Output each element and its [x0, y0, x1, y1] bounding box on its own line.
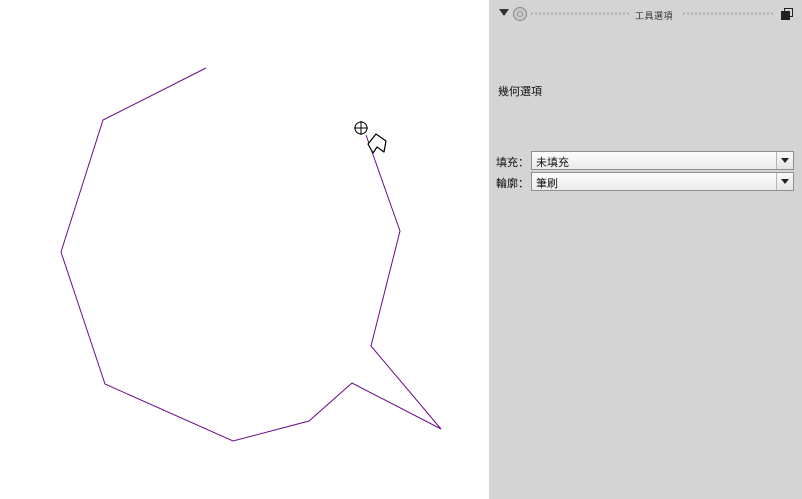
crosshair-cursor-icon: [354, 121, 368, 135]
float-window-icon[interactable]: [781, 8, 793, 20]
collapse-arrow-icon[interactable]: [499, 9, 509, 16]
dock-title: 工具選項: [635, 12, 674, 22]
tool-options-dock: 工具選項 幾何選項 填充： 未填充 輪廓： 筆刷: [489, 0, 802, 499]
outline-select-value: 筆刷: [536, 177, 558, 190]
tool-round-icon: [513, 7, 527, 21]
outline-row: 輪廓： 筆刷: [496, 172, 796, 192]
chevron-down-icon[interactable]: [776, 152, 793, 169]
fill-row: 填充： 未填充: [496, 151, 796, 171]
polyline-shape[interactable]: [60, 67, 442, 442]
chevron-down-icon[interactable]: [776, 173, 793, 190]
fill-label: 填充：: [496, 156, 529, 169]
outline-select[interactable]: 筆刷: [531, 172, 794, 191]
polygon-tool-cursor-icon: [367, 133, 387, 154]
drag-grip-right[interactable]: [682, 11, 774, 16]
geometry-options-title: 幾何選項: [498, 85, 542, 98]
fill-select[interactable]: 未填充: [531, 151, 794, 170]
drag-grip-left[interactable]: [530, 11, 629, 16]
dock-header: 工具選項: [489, 0, 802, 30]
fill-select-value: 未填充: [536, 156, 569, 169]
drawing-canvas[interactable]: [0, 0, 489, 499]
outline-label: 輪廓：: [496, 177, 529, 190]
